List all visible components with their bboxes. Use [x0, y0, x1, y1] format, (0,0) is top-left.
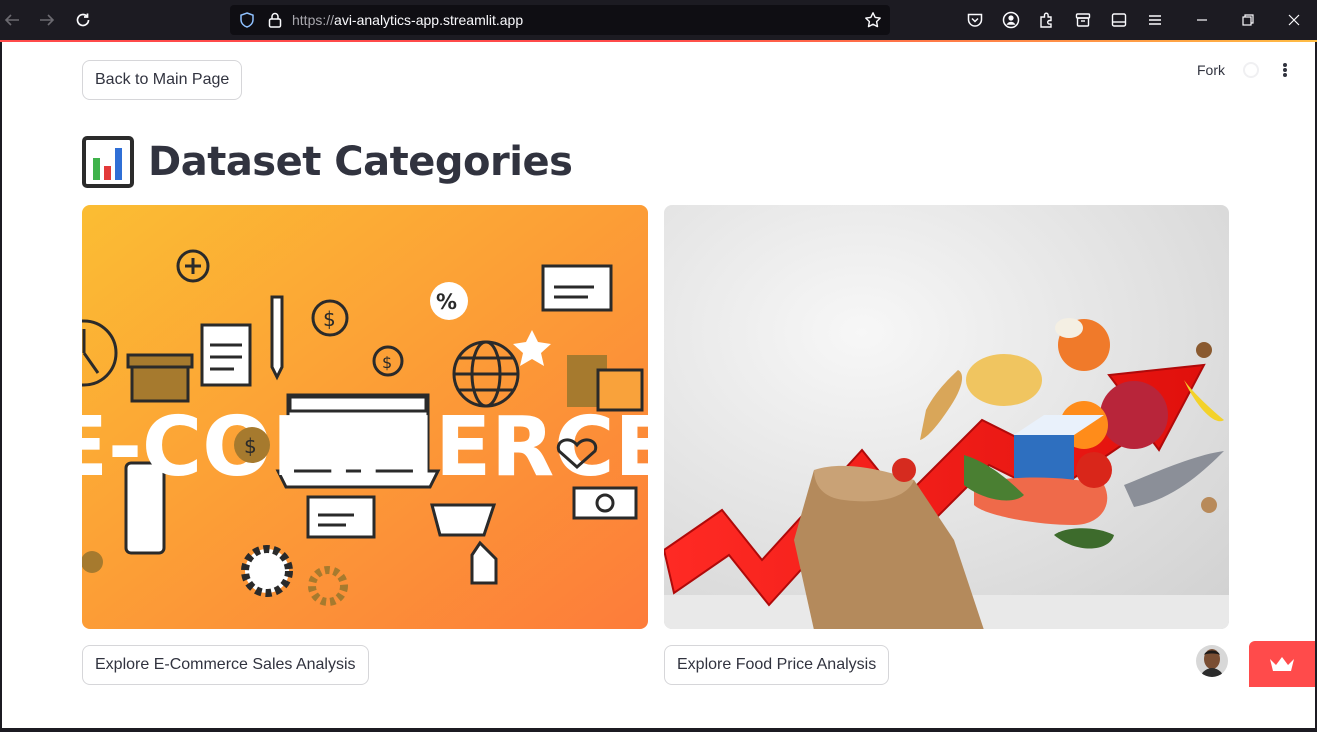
extensions-icon[interactable] [1037, 10, 1057, 30]
restore-icon[interactable] [1238, 10, 1258, 30]
taskbar-strip [0, 728, 1317, 732]
minimize-icon[interactable] [1192, 10, 1212, 30]
ecommerce-banner-text: E-COMMERCE [82, 400, 648, 495]
container-icon[interactable] [1073, 10, 1093, 30]
more-options-icon[interactable] [1277, 61, 1293, 79]
ecommerce-image: $ $ % E-COMMERCE $ [82, 205, 648, 629]
sidebar-icon[interactable] [1109, 10, 1129, 30]
menu-icon[interactable] [1145, 10, 1165, 30]
food-price-image [664, 205, 1229, 629]
svg-text:$: $ [382, 353, 392, 372]
url-host: avi-analytics-app.streamlit.app [334, 12, 524, 28]
forward-arrow-icon[interactable] [35, 8, 59, 32]
account-icon[interactable] [1001, 10, 1021, 30]
lock-icon[interactable] [266, 11, 284, 29]
streamlit-app-page: Back to Main Page Fork Dataset Categorie… [2, 42, 1315, 728]
address-bar[interactable]: https://avi-analytics-app.streamlit.app [230, 5, 890, 35]
pocket-icon[interactable] [965, 10, 985, 30]
browser-toolbar: https://avi-analytics-app.streamlit.app [0, 0, 1317, 40]
page-heading: Dataset Categories [82, 134, 573, 190]
status-indicator [1243, 62, 1259, 78]
url-text[interactable]: https://avi-analytics-app.streamlit.app [292, 12, 523, 28]
page-title: Dataset Categories [148, 139, 573, 185]
svg-text:$: $ [323, 307, 336, 331]
svg-text:$: $ [244, 434, 257, 458]
bar-chart-icon [82, 136, 134, 188]
crown-icon [1270, 657, 1294, 671]
back-to-main-page-button[interactable]: Back to Main Page [82, 60, 243, 100]
avatar[interactable] [1196, 645, 1228, 677]
close-icon[interactable] [1284, 10, 1304, 30]
fork-link[interactable]: Fork [1197, 62, 1225, 78]
explore-food-price-button[interactable]: Explore Food Price Analysis [664, 645, 890, 685]
reload-icon[interactable] [71, 8, 95, 32]
svg-text:%: % [436, 290, 457, 314]
explore-ecommerce-button[interactable]: Explore E-Commerce Sales Analysis [82, 645, 369, 685]
url-protocol: https:// [292, 12, 335, 28]
streamlit-crown-button[interactable] [1249, 641, 1315, 687]
back-arrow-icon[interactable] [0, 8, 24, 32]
bookmark-star-icon[interactable] [864, 11, 882, 29]
shield-icon[interactable] [238, 11, 256, 29]
